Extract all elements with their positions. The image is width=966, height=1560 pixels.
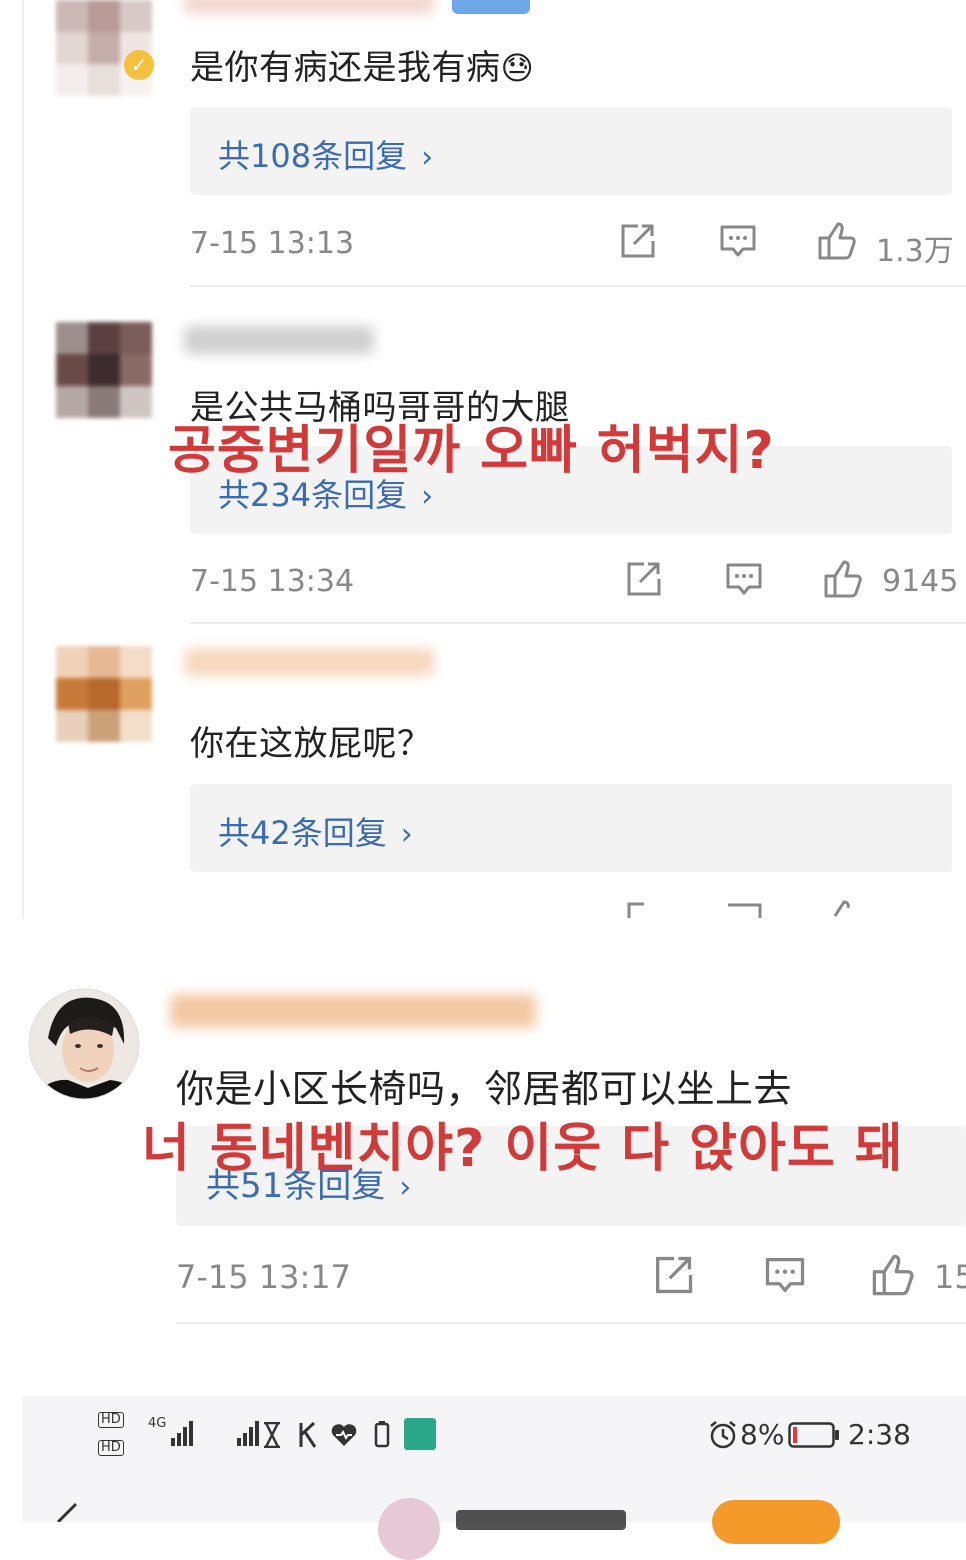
comment-actions [190, 898, 952, 918]
share-icon[interactable] [622, 898, 664, 918]
timestamp: 7-15 13:17 [176, 1258, 352, 1296]
translation-overlay: 공중변기일까 오빠 허벅지? [168, 421, 775, 481]
battery-small-icon [374, 1421, 390, 1448]
comment-actions: 7-15 13:17 15 [176, 1252, 966, 1308]
username[interactable] [184, 0, 434, 14]
like-count: 9145 [882, 564, 959, 599]
share-icon[interactable] [622, 558, 664, 600]
app-k-icon [299, 1422, 317, 1448]
thumbs-up-icon[interactable] [822, 558, 864, 600]
avatar[interactable] [56, 0, 152, 96]
reply-count-link[interactable]: 共108条回复 › [218, 131, 433, 177]
avatar[interactable] [28, 988, 140, 1100]
avatar[interactable] [56, 322, 152, 418]
like-count: 1.3万 [876, 234, 954, 269]
clock: 2:38 [848, 1418, 911, 1451]
app-badge-icon [404, 1418, 436, 1450]
battery-percent: 8% [740, 1418, 785, 1451]
share-icon[interactable] [616, 220, 658, 262]
follow-button[interactable] [712, 1500, 840, 1544]
status-bar: HD HD 4G 8% 2:38 [22, 1396, 966, 1560]
divider [176, 1322, 966, 1324]
username[interactable] [170, 994, 536, 1028]
level-badge [452, 0, 530, 14]
reply-box[interactable]: 共108条回复 › [190, 107, 952, 195]
comment-list-top: ✓ 是你有病还是我有病😓 共108条回复 › 7-15 13:13 1.3万 是公… [22, 0, 966, 918]
heart-icon [331, 1424, 357, 1446]
chevron-right-icon: › [421, 140, 434, 175]
hd-badge: HD [98, 1440, 124, 1456]
comment-text: 你是小区长椅吗，邻居都可以坐上去 [176, 1067, 793, 1111]
sweat-emoji-icon: 😓 [500, 49, 535, 87]
comment-text: 是你有病还是我有病😓 [190, 48, 535, 88]
comment-icon[interactable] [762, 1252, 808, 1298]
comment-icon[interactable] [723, 558, 765, 600]
translation-overlay: 너 동네벤치야? 이웃 다 앉아도 돼 [142, 1119, 904, 1179]
divider [190, 622, 966, 624]
divider [190, 285, 966, 287]
verified-badge-icon: ✓ [124, 50, 154, 80]
header-title [456, 1510, 626, 1530]
battery-icon [788, 1422, 839, 1448]
chevron-right-icon: › [421, 479, 434, 514]
chevron-right-icon: › [400, 817, 413, 852]
hd-badge: HD [98, 1412, 124, 1428]
username[interactable] [184, 326, 374, 354]
comment-actions: 7-15 13:13 1.3万 [190, 220, 954, 270]
alarm-icon [710, 1421, 736, 1449]
username[interactable] [184, 648, 434, 676]
back-arrow-icon[interactable] [46, 1502, 86, 1522]
thumbs-up-icon[interactable] [822, 898, 864, 918]
like-count: 15 [934, 1258, 966, 1296]
reply-count-link[interactable]: 共42条回复 › [218, 808, 413, 854]
timestamp: 7-15 13:13 [190, 226, 355, 261]
signal-icon [237, 1421, 259, 1446]
timestamp: 7-15 13:34 [190, 564, 355, 599]
avatar[interactable] [56, 646, 152, 742]
reply-box[interactable]: 共42条回复 › [190, 784, 952, 872]
net-label: 4G [148, 1416, 167, 1431]
hourglass-icon [264, 1422, 280, 1448]
thumbs-up-icon[interactable] [816, 220, 858, 262]
header-avatar[interactable] [378, 1498, 440, 1560]
comment-text: 你在这放屁呢？ [190, 724, 432, 764]
timestamp [190, 904, 350, 918]
share-icon[interactable] [650, 1252, 696, 1298]
comment-actions: 7-15 13:34 9145 [190, 558, 958, 608]
comment-icon[interactable] [717, 220, 759, 262]
thumbs-up-icon[interactable] [870, 1252, 916, 1298]
comment-icon[interactable] [723, 898, 765, 918]
signal-icon [171, 1421, 193, 1446]
